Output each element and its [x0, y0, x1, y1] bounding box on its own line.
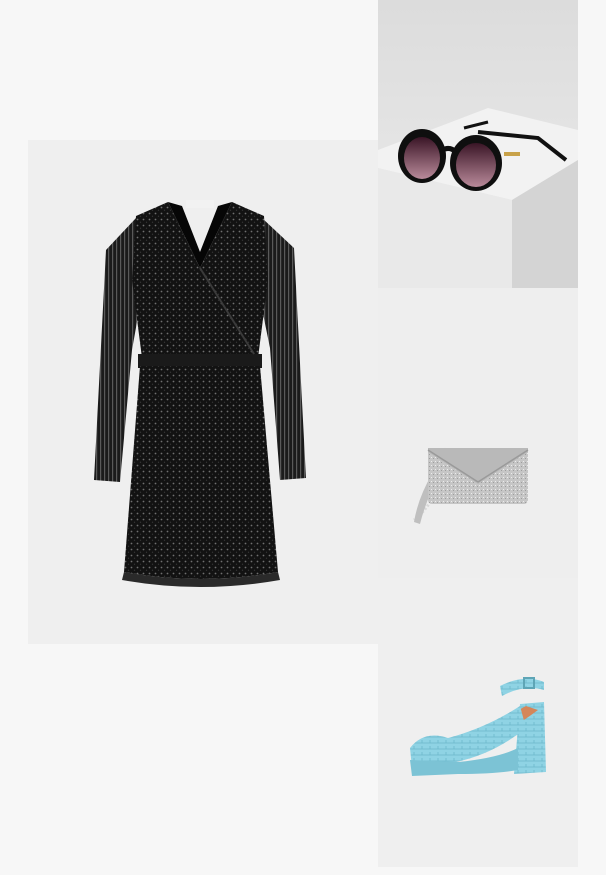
sunglasses-image [378, 0, 578, 288]
product-tile-sunglasses[interactable] [378, 0, 578, 288]
shoe-image [410, 677, 546, 776]
dress-image [94, 200, 306, 587]
product-tile-shoe[interactable] [378, 578, 578, 867]
product-tile-dress[interactable] [28, 140, 378, 644]
product-tile-clutch[interactable] [378, 288, 578, 578]
clutch-image [413, 447, 529, 524]
